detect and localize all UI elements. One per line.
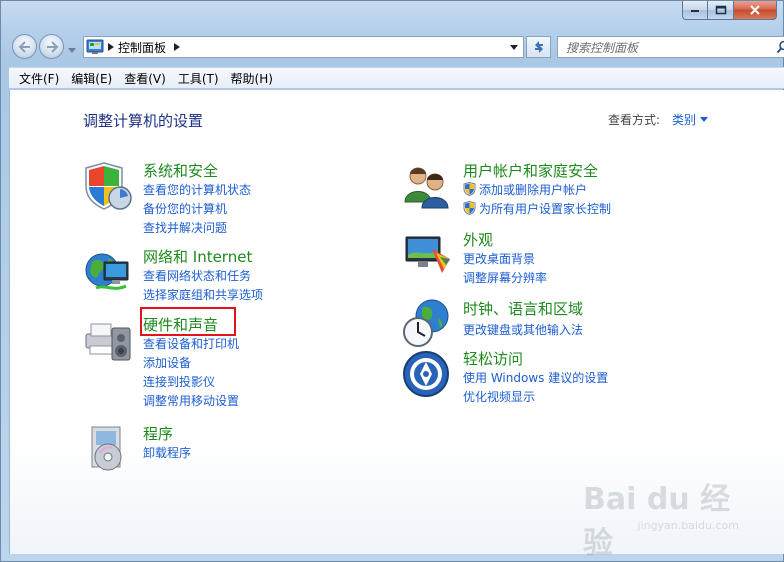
refresh-button[interactable] <box>526 36 551 58</box>
link-add-remove-accounts[interactable]: 添加或删除用户帐户 <box>463 181 587 198</box>
category-title-programs[interactable]: 程序 <box>143 423 173 444</box>
chevron-down-icon <box>68 48 76 53</box>
category-title-appearance[interactable]: 外观 <box>463 229 493 250</box>
link-add-device[interactable]: 添加设备 <box>143 354 191 371</box>
link-parental-controls-label: 为所有用户设置家长控制 <box>479 202 612 216</box>
chevron-down-icon <box>700 117 709 122</box>
category-title-clock-language-region[interactable]: 时钟、语言和区域 <box>463 298 583 319</box>
link-mobility-settings[interactable]: 调整常用移动设置 <box>143 392 239 409</box>
arrow-right-icon <box>46 40 58 53</box>
menu-view[interactable]: 查看(V) <box>118 70 172 87</box>
control-panel-icon <box>86 39 104 54</box>
back-button[interactable] <box>12 34 37 59</box>
minimize-button[interactable] <box>682 1 708 20</box>
recent-pages-dropdown[interactable] <box>68 43 76 57</box>
ease-of-access-icon[interactable] <box>402 348 454 400</box>
close-button[interactable] <box>734 1 777 20</box>
category-title-system-security[interactable]: 系统和安全 <box>143 160 218 181</box>
highlight-box <box>140 307 236 336</box>
view-by-value: 类别 <box>672 113 697 127</box>
window-frame: 控制面板 搜索控制面板 文件(F) 编辑(E) 查看(V) 工具(T) 帮助(H… <box>0 0 784 562</box>
watermark-brand: Bai du 经验 <box>583 482 731 561</box>
minimize-icon <box>691 10 699 12</box>
uac-shield-icon <box>463 201 476 215</box>
close-icon <box>750 5 760 15</box>
category-title-ease-of-access[interactable]: 轻松访问 <box>463 348 523 369</box>
navigation-bar: 控制面板 搜索控制面板 <box>9 31 784 61</box>
uac-shield-icon <box>463 182 476 196</box>
breadcrumb-arrow-icon <box>108 43 114 51</box>
link-homegroup-sharing[interactable]: 选择家庭组和共享选项 <box>143 286 263 303</box>
address-dropdown[interactable] <box>505 37 523 57</box>
search-button[interactable] <box>776 40 784 57</box>
breadcrumb-arrow-icon[interactable] <box>174 43 181 51</box>
search-placeholder: 搜索控制面板 <box>566 40 639 55</box>
link-backup-computer[interactable]: 备份您的计算机 <box>143 200 227 217</box>
refresh-icon <box>534 41 543 53</box>
link-view-computer-status[interactable]: 查看您的计算机状态 <box>143 181 251 198</box>
category-title-network-internet[interactable]: 网络和 Internet <box>143 246 252 267</box>
appearance-icon[interactable] <box>402 229 454 281</box>
breadcrumb-control-panel[interactable]: 控制面板 <box>118 39 166 56</box>
maximize-icon <box>715 5 726 15</box>
users-icon[interactable] <box>402 160 454 212</box>
menu-tools[interactable]: 工具(T) <box>172 70 225 87</box>
view-by-dropdown[interactable]: 类别 <box>672 111 709 128</box>
menu-file[interactable]: 文件(F) <box>13 70 65 87</box>
link-devices-printers[interactable]: 查看设备和打印机 <box>143 335 239 352</box>
link-connect-projector[interactable]: 连接到投影仪 <box>143 373 215 390</box>
category-title-user-accounts[interactable]: 用户帐户和家庭安全 <box>463 160 598 181</box>
maximize-button[interactable] <box>708 1 734 20</box>
search-icon <box>776 40 784 54</box>
page-title: 调整计算机的设置 <box>83 112 204 130</box>
link-change-keyboard[interactable]: 更改键盘或其他输入法 <box>463 321 583 338</box>
address-bar[interactable]: 控制面板 <box>83 36 524 58</box>
link-view-network-status[interactable]: 查看网络状态和任务 <box>143 267 251 284</box>
caption-buttons <box>682 1 777 21</box>
globe-network-icon[interactable] <box>82 246 134 298</box>
programs-icon[interactable] <box>82 423 134 475</box>
chevron-down-icon <box>510 44 518 50</box>
printer-speaker-icon[interactable] <box>82 314 134 366</box>
menu-edit[interactable]: 编辑(E) <box>65 70 118 87</box>
arrow-left-icon <box>18 40 30 53</box>
menu-help[interactable]: 帮助(H) <box>225 70 279 87</box>
link-troubleshoot[interactable]: 查找并解决问题 <box>143 219 227 236</box>
watermark: Bai du 经验 jingyan.baidu.com <box>583 474 743 561</box>
forward-button[interactable] <box>39 34 64 59</box>
content-pane: 调整计算机的设置 查看方式: 类别 系统和安全 查看您的计算机状态 备份您的计算… <box>9 90 784 561</box>
link-parental-controls[interactable]: 为所有用户设置家长控制 <box>463 200 611 217</box>
link-uninstall-program[interactable]: 卸载程序 <box>143 444 191 461</box>
watermark-url: jingyan.baidu.com <box>637 519 739 532</box>
search-input[interactable]: 搜索控制面板 <box>557 36 784 58</box>
view-by-label: 查看方式: <box>608 113 661 127</box>
link-add-remove-accounts-label: 添加或删除用户帐户 <box>479 183 588 197</box>
link-optimize-display[interactable]: 优化视频显示 <box>463 388 535 405</box>
link-change-background[interactable]: 更改桌面背景 <box>463 250 535 267</box>
clock-globe-icon[interactable] <box>402 298 454 350</box>
link-windows-suggested-settings[interactable]: 使用 Windows 建议的设置 <box>463 369 608 386</box>
menu-bar: 文件(F) 编辑(E) 查看(V) 工具(T) 帮助(H) <box>9 67 784 89</box>
link-screen-resolution[interactable]: 调整屏幕分辨率 <box>463 269 547 286</box>
shield-icon[interactable] <box>82 160 134 212</box>
